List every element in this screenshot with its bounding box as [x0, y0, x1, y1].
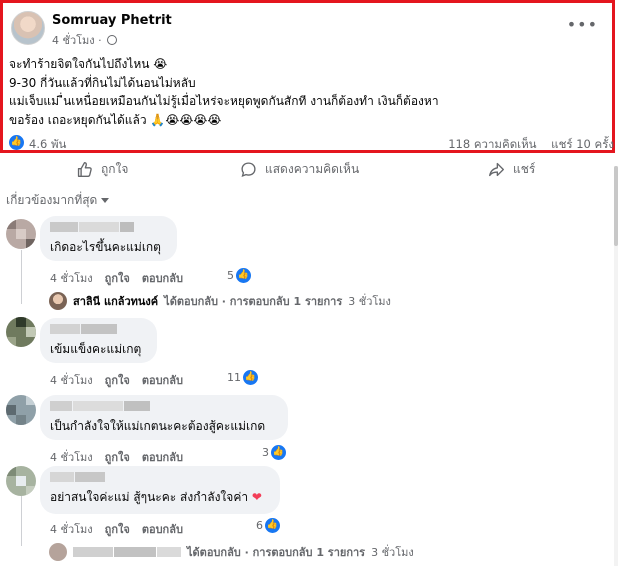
thread-line: [21, 250, 22, 304]
reaction-count: 6: [256, 519, 263, 532]
more-options-icon[interactable]: •••: [567, 15, 598, 34]
reply-time: 3 ชั่วโมง: [371, 546, 414, 559]
comment-like-link[interactable]: ถูกใจ: [105, 520, 130, 538]
blurred-commenter-name[interactable]: [50, 472, 270, 484]
share-icon: [489, 162, 504, 177]
reply-action-text: ได้ตอบกลับ · การตอบกลับ 1 รายการ: [164, 295, 343, 308]
post-line: แม่เจ็บแม่ ื่นเหนื่อยเหมือนกันไม่รู้เมื่…: [9, 94, 439, 108]
commenter-avatar[interactable]: [6, 317, 36, 347]
thumbs-up-icon: [77, 162, 92, 177]
like-reaction-icon[interactable]: 👍: [9, 135, 24, 150]
comment-sort-dropdown[interactable]: เกี่ยวข้องมากที่สุด: [6, 191, 110, 210]
blurred-replier-name: [73, 547, 181, 557]
sort-label: เกี่ยวข้องมากที่สุด: [6, 193, 98, 207]
commenter-avatar[interactable]: [6, 466, 36, 496]
blurred-commenter-name[interactable]: [50, 401, 278, 413]
blurred-avatar-image: [6, 219, 36, 249]
reply-summary[interactable]: สาลินี แกล้วทนงค์ ได้ตอบกลับ · การตอบกลั…: [49, 292, 391, 310]
comment-text: เข้มแข็งคะแม่เกตุ: [50, 342, 142, 356]
post-time[interactable]: 4 ชั่วโมง ·: [52, 31, 118, 49]
reaction-count[interactable]: 4.6 พัน: [29, 136, 66, 154]
reply-action-text: ได้ตอบกลับ · การตอบกลับ 1 รายการ: [187, 546, 366, 559]
like-badge-icon: 👍: [265, 518, 280, 533]
reply-time: 3 ชั่วโมง: [348, 295, 391, 308]
comment-reactions[interactable]: 5 👍: [227, 268, 251, 283]
blurred-avatar-image: [6, 395, 36, 425]
comment-time[interactable]: 4 ชั่วโมง: [50, 269, 93, 287]
reply-summary[interactable]: ได้ตอบกลับ · การตอบกลับ 1 รายการ 3 ชั่วโ…: [49, 543, 414, 561]
commenter-avatar[interactable]: [6, 395, 36, 425]
thread-line: [21, 496, 22, 546]
comment-reply-link[interactable]: ตอบกลับ: [142, 371, 183, 389]
comment-time[interactable]: 4 ชั่วโมง: [50, 448, 93, 466]
comment-reactions[interactable]: 11 👍: [227, 370, 258, 385]
comment-text-content: อย่าสนใจค่ะแม่ สู้ๆนะคะ ส่งกำลังใจค่า: [50, 490, 249, 504]
post-stats: 👍 4.6 พัน 118 ความคิดเห็น แชร์ 10 ครั้ง: [9, 134, 614, 152]
comment-meta: 4 ชั่วโมง ถูกใจ ตอบกลับ: [50, 269, 183, 287]
like-label: ถูกใจ: [101, 162, 129, 176]
comment-reply-link[interactable]: ตอบกลับ: [142, 269, 183, 287]
post-time-text[interactable]: 4 ชั่วโมง ·: [52, 34, 102, 47]
replier-avatar: [49, 543, 67, 561]
heart-icon: ❤: [251, 490, 262, 504]
comment-text: เป็นกำลังใจให้แม่เกตนะคะต้องสู้คะแม่เกด: [50, 419, 266, 433]
comment-time[interactable]: 4 ชั่วโมง: [50, 371, 93, 389]
blurred-avatar-image: [6, 466, 36, 496]
comment-time[interactable]: 4 ชั่วโมง: [50, 520, 93, 538]
comment-like-link[interactable]: ถูกใจ: [105, 448, 130, 466]
caret-down-icon: [101, 198, 110, 203]
comment-reactions[interactable]: 3 👍: [262, 445, 286, 460]
blurred-commenter-name[interactable]: [50, 222, 167, 234]
comment-label: แสดงความคิดเห็น: [265, 162, 360, 176]
comment-bubble: เป็นกำลังใจให้แม่เกตนะคะต้องสู้คะแม่เกด: [40, 395, 288, 440]
replier-avatar: [49, 292, 67, 310]
blurred-avatar-image: [6, 317, 36, 347]
comment-text: เกิดอะไรขึ้นคะแม่เกตุ: [50, 240, 161, 254]
share-button[interactable]: แชร์: [488, 160, 535, 179]
comment-bubble: อย่าสนใจค่ะแม่ สู้ๆนะคะ ส่งกำลังใจค่า ❤: [40, 466, 280, 514]
comment-text: อย่าสนใจค่ะแม่ สู้ๆนะคะ ส่งกำลังใจค่า ❤: [50, 488, 270, 507]
comment-like-link[interactable]: ถูกใจ: [105, 371, 130, 389]
comment-bubble: เข้มแข็งคะแม่เกตุ: [40, 318, 157, 363]
post-text: จะทำร้ายจิตใจกันไปถึงไหน 😭 9-30 กี่วันแล…: [9, 55, 609, 129]
comment-reply-link[interactable]: ตอบกลับ: [142, 520, 183, 538]
comment-icon: [241, 162, 256, 177]
reaction-count: 11: [227, 371, 241, 384]
reaction-count: 3: [262, 446, 269, 459]
comment-button[interactable]: แสดงความคิดเห็น: [240, 160, 359, 179]
author-avatar[interactable]: [11, 11, 45, 45]
post-line: จะทำร้ายจิตใจกันไปถึงไหน 😭: [9, 57, 168, 71]
comment-meta: 4 ชั่วโมง ถูกใจ ตอบกลับ: [50, 520, 183, 538]
post-line: 9-30 กี่วันแล้วที่กินไม่ได้นอนไม่หลับ: [9, 75, 196, 90]
highlighted-post: Somruay Phetrit 4 ชั่วโมง · ••• จะทำร้าย…: [0, 0, 615, 153]
like-button[interactable]: ถูกใจ: [76, 160, 128, 179]
share-label: แชร์: [513, 162, 536, 176]
shares-count[interactable]: แชร์ 10 ครั้ง: [551, 137, 614, 151]
reaction-count: 5: [227, 269, 234, 282]
comment-like-link[interactable]: ถูกใจ: [105, 269, 130, 287]
replier-name: สาลินี แกล้วทนงค์: [73, 295, 159, 308]
comment-meta: 4 ชั่วโมง ถูกใจ ตอบกลับ: [50, 448, 183, 466]
like-badge-icon: 👍: [236, 268, 251, 283]
blurred-commenter-name[interactable]: [50, 324, 147, 336]
post-line: ขอร้อง เถอะหยุดกันได้แล้ว 🙏😭😭😭😭: [9, 112, 222, 127]
like-badge-icon: 👍: [271, 445, 286, 460]
comment-meta: 4 ชั่วโมง ถูกใจ ตอบกลับ: [50, 371, 183, 389]
scrollbar-thumb[interactable]: [614, 166, 618, 246]
comments-count[interactable]: 118 ความคิดเห็น: [448, 137, 536, 151]
author-name[interactable]: Somruay Phetrit: [52, 13, 172, 28]
comment-reply-link[interactable]: ตอบกลับ: [142, 448, 183, 466]
post-action-bar: ถูกใจ แสดงความคิดเห็น แชร์: [0, 155, 615, 183]
comment-reactions[interactable]: 6 👍: [256, 518, 280, 533]
comment-bubble: เกิดอะไรขึ้นคะแม่เกตุ: [40, 216, 177, 261]
commenter-avatar[interactable]: [6, 219, 36, 249]
like-badge-icon: 👍: [243, 370, 258, 385]
globe-icon: [107, 35, 118, 45]
